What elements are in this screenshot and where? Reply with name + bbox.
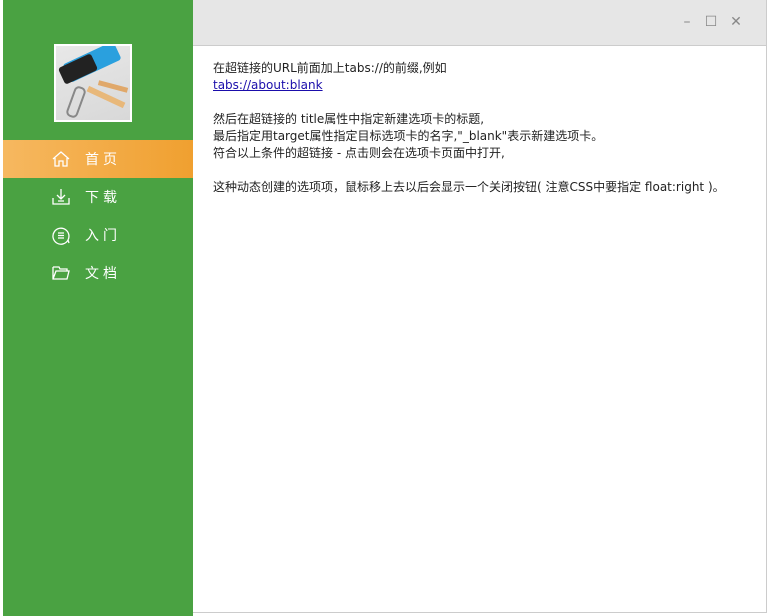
nav-item-download[interactable]: 下载 [3, 178, 193, 216]
content-area: 在超链接的URL前面加上tabs://的前缀,例如 tabs://about:b… [193, 46, 766, 210]
nav-item-label: 首页 [85, 152, 121, 168]
nav-item-home[interactable]: 首页 [3, 140, 193, 178]
sidebar: 首页 下载 入门 文档 [3, 0, 193, 616]
nav-menu: 首页 下载 入门 文档 [3, 140, 193, 292]
home-icon [52, 151, 70, 167]
logo-image [54, 44, 132, 122]
nav-item-docs[interactable]: 文档 [3, 254, 193, 292]
nav-item-label: 入门 [85, 228, 121, 244]
main-panel: – ☐ ✕ 在超链接的URL前面加上tabs://的前缀,例如 tabs://a… [193, 0, 767, 613]
chat-icon [52, 227, 70, 245]
title-bar: – ☐ ✕ [193, 0, 766, 46]
text-line: 在超链接的URL前面加上tabs://的前缀,例如 [213, 61, 447, 75]
example-link[interactable]: tabs://about:blank [213, 78, 323, 92]
text-line: 这种动态创建的选项项，鼠标移上去以后会显示一个关闭按钮( 注意CSS中要指定 f… [213, 180, 725, 194]
folder-icon [52, 266, 70, 280]
download-icon [52, 189, 70, 205]
text-line: 最后指定用target属性指定目标选项卡的名字,"_blank"表示新建选项卡。 [213, 129, 604, 143]
minimize-button[interactable]: – [679, 14, 695, 30]
maximize-button[interactable]: ☐ [703, 14, 719, 30]
text-line: 然后在超链接的 title属性中指定新建选项卡的标题, [213, 112, 485, 126]
close-button[interactable]: ✕ [728, 14, 744, 30]
text-line: 符合以上条件的超链接 - 点击则会在选项卡页面中打开, [213, 146, 505, 160]
nav-item-label: 文档 [85, 266, 121, 282]
nav-item-getting-started[interactable]: 入门 [3, 216, 193, 254]
nav-item-label: 下载 [85, 190, 121, 206]
